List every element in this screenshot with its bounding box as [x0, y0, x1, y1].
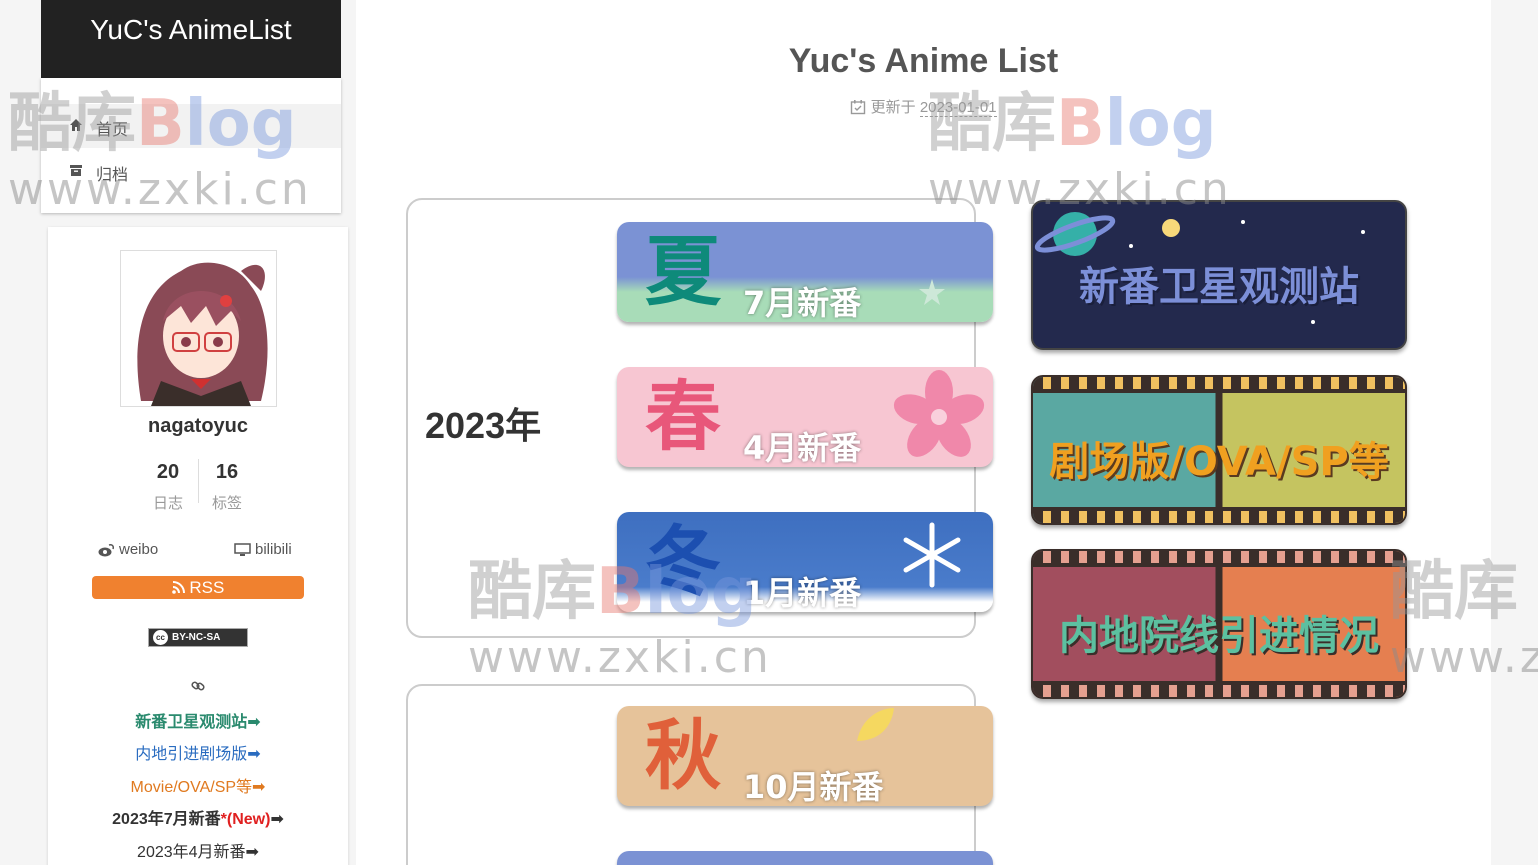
- weibo-label: weibo: [119, 541, 159, 558]
- blogroll-label-satellite: 新番卫星观测站➡: [135, 714, 261, 731]
- calendar-icon: [851, 100, 866, 115]
- winter-sub-label: 1月新番: [743, 574, 862, 612]
- autumn-sub-label: 10月新番: [743, 768, 884, 806]
- satellite-banner[interactable]: 新番卫星观测站: [1031, 200, 1407, 350]
- weibo-icon: [98, 543, 114, 556]
- blogroll-arrow: ➡: [270, 811, 284, 828]
- summer-big-char: 夏: [645, 227, 721, 316]
- film-strip-bottom: [1033, 507, 1405, 523]
- posts-count[interactable]: 20 日志: [138, 461, 198, 513]
- summer-sub-label: 7月新番: [743, 284, 862, 322]
- blogroll-link-2023-april[interactable]: 2023年4月新番➡: [48, 838, 348, 862]
- blogroll-label-2023-april: 2023年4月新番➡: [137, 844, 259, 861]
- mainland-banner-label: 内地院线引进情况: [1059, 613, 1379, 659]
- site-brand[interactable]: YuC's AnimeList: [41, 0, 341, 78]
- rss-button[interactable]: RSS: [92, 576, 304, 599]
- leaf-icon: [857, 708, 894, 741]
- license-badge[interactable]: cc BY-NC-SA: [148, 628, 248, 647]
- season-winter-banner[interactable]: 冬 1月新番: [617, 512, 993, 612]
- posts-count-number: 20: [156, 461, 180, 483]
- film-strip-top: [1033, 551, 1405, 567]
- menu-label-archive: 归档: [96, 167, 129, 184]
- avatar-image: [121, 251, 276, 406]
- season-autumn-banner[interactable]: 秋 10月新番: [617, 706, 993, 806]
- cc-icon: cc: [153, 630, 168, 645]
- star-icon: [919, 279, 945, 305]
- spring-sub-label: 4月新番: [743, 429, 862, 467]
- sidebar-profile: nagatoyuc 20 日志 16 标签 weibo bilibili RSS…: [48, 227, 348, 865]
- season-next-banner-partial[interactable]: [617, 851, 993, 865]
- archive-icon: [70, 165, 82, 176]
- meta-label: 更新于: [870, 99, 916, 116]
- movie-banner-label: 剧场版/OVA/SP等: [1049, 439, 1389, 485]
- home-icon: [70, 119, 82, 131]
- blogroll-link-mainland[interactable]: 内地引进剧场版➡: [48, 740, 348, 764]
- rss-icon: [171, 581, 185, 594]
- sakura-icon: [893, 370, 985, 457]
- blogroll-link-movie[interactable]: Movie/OVA/SP等➡: [48, 773, 348, 797]
- new-tag: *(New): [220, 811, 271, 828]
- weibo-link[interactable]: weibo: [98, 541, 158, 558]
- bilibili-label: bilibili: [255, 541, 292, 558]
- license-label: BY-NC-SA: [172, 632, 221, 643]
- blogroll-link-satellite[interactable]: 新番卫星观测站➡: [48, 708, 348, 732]
- page-title: Yuc's Anime List: [788, 42, 1059, 80]
- film-strip-bottom: [1033, 681, 1405, 697]
- movie-banner[interactable]: 剧场版/OVA/SP等: [1031, 375, 1407, 525]
- post-meta: 更新于 2023-01-01: [356, 96, 1491, 117]
- satellite-banner-label: 新番卫星观测站: [1079, 264, 1359, 310]
- monitor-icon: [234, 542, 251, 556]
- avatar: [120, 250, 277, 407]
- tags-count[interactable]: 16 标签: [197, 461, 257, 513]
- season-spring-banner[interactable]: 春 4月新番: [617, 367, 993, 467]
- menu-item-home[interactable]: 首页: [41, 104, 341, 148]
- menu-label-home: 首页: [96, 122, 129, 139]
- tags-count-label: 标签: [211, 495, 242, 512]
- link-icon: [191, 681, 205, 691]
- tags-count-number: 16: [215, 461, 239, 483]
- blogroll-label-movie: Movie/OVA/SP等➡: [130, 779, 266, 796]
- menu-item-archive[interactable]: 归档: [41, 149, 341, 193]
- year-2023-label: 2023年: [425, 405, 542, 446]
- brand-title[interactable]: YuC's AnimeList: [41, 14, 341, 46]
- year-2022-box: 秋 10月新番: [406, 684, 993, 865]
- rss-label: RSS: [189, 578, 225, 597]
- spring-big-char: 春: [645, 372, 721, 461]
- winter-big-char: 冬: [645, 517, 721, 606]
- blogroll-label-mainland: 内地引进剧场版➡: [135, 746, 261, 763]
- author-name: nagatoyuc: [147, 415, 249, 437]
- main-content: Yuc's Anime List 更新于 2023-01-01 2023年 夏 …: [356, 0, 1491, 865]
- meta-date: 2023-01-01: [919, 99, 997, 117]
- year-2023-box: 2023年 夏 7月新番 春 4月新番 冬 1月新番: [406, 198, 993, 638]
- film-strip-top: [1033, 377, 1405, 393]
- blogroll-link-2023-july[interactable]: 2023年7月新番*(New)➡: [48, 805, 348, 829]
- blogroll-label-2023-july: 2023年7月新番: [112, 811, 221, 828]
- bilibili-link[interactable]: bilibili: [234, 541, 292, 558]
- season-summer-banner[interactable]: 夏 7月新番: [617, 222, 993, 322]
- autumn-big-char: 秋: [645, 711, 721, 800]
- posts-count-label: 日志: [152, 495, 183, 512]
- snowflake-icon: [903, 522, 961, 588]
- sidebar-menu: 首页 归档: [41, 78, 341, 213]
- mainland-banner[interactable]: 内地院线引进情况: [1031, 549, 1407, 699]
